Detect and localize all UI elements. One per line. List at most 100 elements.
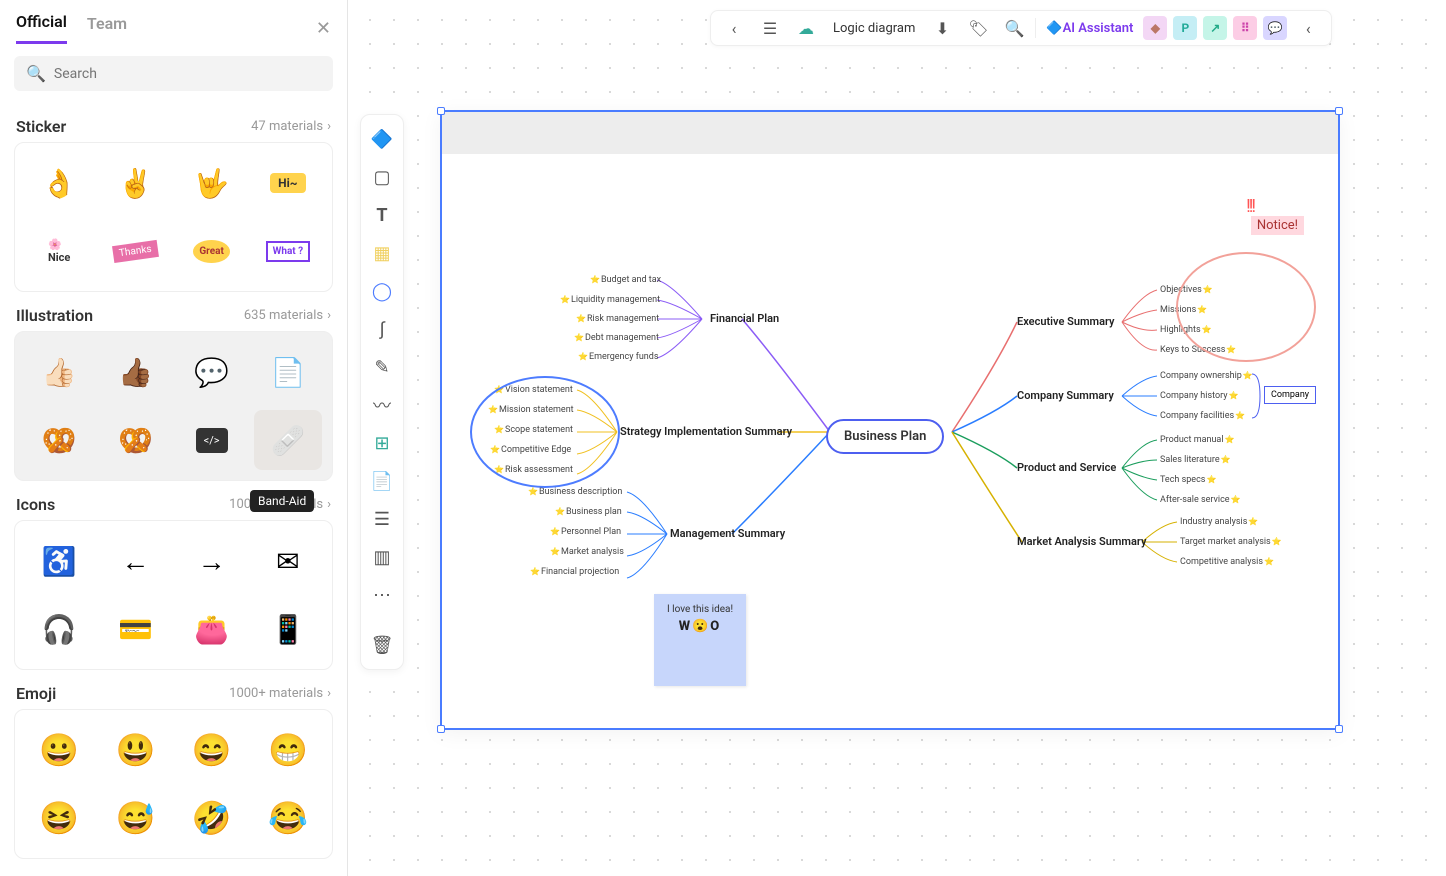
back-button[interactable]: ‹ (719, 13, 749, 43)
sticky-note[interactable]: I love this idea! W😮O (654, 594, 746, 686)
notice-label[interactable]: Notice! (1251, 216, 1304, 235)
tool-p[interactable]: P (1173, 16, 1197, 40)
leaf[interactable]: Financial projection (530, 567, 619, 577)
cloud-sync-icon[interactable]: ☁ (791, 13, 821, 43)
illustration-item[interactable]: 🥨 (101, 410, 169, 470)
emoji-item[interactable]: 😀 (25, 720, 93, 780)
leaf[interactable]: Product manual (1160, 435, 1234, 445)
leaf[interactable]: Risk management (576, 314, 659, 324)
close-icon[interactable]: ✕ (316, 18, 331, 39)
branch-strategy[interactable]: Strategy Implementation Summary (620, 425, 792, 438)
tool-table-icon[interactable]: ⊞ (364, 425, 400, 461)
tab-team[interactable]: Team (87, 14, 127, 43)
document-title[interactable]: Logic diagram (827, 13, 921, 43)
section-emoji-count[interactable]: 1000+ materials › (229, 686, 331, 701)
ai-assistant-button[interactable]: 🔷 AI Assistant (1042, 13, 1137, 43)
leaf[interactable]: Competitive analysis (1180, 557, 1274, 567)
leaf[interactable]: Mission statement (488, 405, 574, 415)
emoji-item[interactable]: 😅 (101, 788, 169, 848)
branch-company[interactable]: Company Summary (1017, 389, 1114, 402)
tool-trash-icon[interactable]: 🗑 (364, 627, 400, 663)
leaf[interactable]: Objectives (1160, 285, 1213, 295)
tag-icon[interactable]: 🏷 (963, 13, 993, 43)
leaf[interactable]: Competitive Edge (490, 445, 571, 455)
menu-icon[interactable]: ☰ (755, 13, 785, 43)
diagram-canvas[interactable]: Business Plan Financial Plan Strategy Im… (440, 110, 1340, 730)
leaf[interactable]: After-sale service (1160, 495, 1241, 505)
leaf[interactable]: Business description (528, 487, 622, 497)
leaf[interactable]: Vision statement (494, 385, 573, 395)
icon-wallet[interactable]: 👛 (178, 599, 246, 659)
tool-note-icon[interactable]: ▦ (364, 235, 400, 271)
illustration-item-bandaid[interactable]: 🩹 (254, 410, 322, 470)
illustration-item[interactable]: </> (178, 410, 246, 470)
tool-shape-pink[interactable]: ◆ (1143, 16, 1167, 40)
section-illustration-count[interactable]: 635 materials › (244, 308, 331, 323)
tool-theme-icon[interactable]: 🔷 (364, 121, 400, 157)
sticker-item[interactable]: 👌 (25, 153, 93, 213)
leaf[interactable]: Personnel Plan (550, 527, 621, 537)
illustration-item[interactable]: 👍🏻 (25, 342, 93, 402)
canvas-titlebar[interactable] (442, 112, 1338, 154)
branch-executive[interactable]: Executive Summary (1017, 315, 1115, 328)
download-icon[interactable]: ⬇ (927, 13, 957, 43)
tool-text-icon[interactable]: T (364, 197, 400, 233)
canvas-area[interactable]: ‹ ☰ ☁ Logic diagram ⬇ 🏷 🔍 🔷 AI Assistant… (350, 0, 1446, 876)
tool-frame-icon[interactable]: ▢ (364, 159, 400, 195)
leaf[interactable]: Company history (1160, 391, 1238, 401)
leaf[interactable]: Tech specs (1160, 475, 1216, 485)
leaf[interactable]: Scope statement (494, 425, 573, 435)
tool-arrow[interactable]: ↗ (1203, 16, 1227, 40)
emoji-item[interactable]: 😁 (254, 720, 322, 780)
leaf[interactable]: Missions (1160, 305, 1207, 315)
search-box[interactable]: 🔍 (14, 56, 333, 91)
panel-scroll[interactable]: Sticker 47 materials › 👌 ✌️ 🤟 Hi~ 🌸Nice … (0, 103, 347, 876)
icon-arrow-right[interactable]: → (178, 531, 246, 591)
illustration-item[interactable]: 💬 (178, 342, 246, 402)
leaf[interactable]: Company facilities (1160, 411, 1245, 421)
branch-market[interactable]: Market Analysis Summary (1017, 535, 1146, 548)
leaf[interactable]: Sales literature (1160, 455, 1231, 465)
section-sticker-count[interactable]: 47 materials › (251, 119, 331, 134)
emoji-item[interactable]: 😂 (254, 788, 322, 848)
resize-handle[interactable] (437, 107, 445, 115)
tool-doc-icon[interactable]: 📄 (364, 463, 400, 499)
leaf[interactable]: Business plan (555, 507, 622, 517)
tool-dots[interactable]: ⠿ (1233, 16, 1257, 40)
collapse-icon[interactable]: ‹ (1293, 13, 1323, 43)
tool-more-icon[interactable]: ⋯ (364, 577, 400, 613)
leaf[interactable]: Target market analysis (1180, 537, 1282, 547)
sticker-item[interactable]: What ? (254, 221, 322, 281)
illustration-item[interactable]: 👍🏾 (101, 342, 169, 402)
tool-shape-icon[interactable]: ◯ (364, 273, 400, 309)
search-input[interactable] (54, 66, 321, 82)
icon-arrow-left[interactable]: ← (101, 531, 169, 591)
icon-accessibility[interactable]: ♿ (25, 531, 93, 591)
sticker-item[interactable]: 🌸Nice (25, 221, 93, 281)
leaf[interactable]: Debt management (574, 333, 659, 343)
leaf[interactable]: Highlights (1160, 325, 1212, 335)
tool-connector-icon[interactable]: ∫ (364, 311, 400, 347)
mindmap-center[interactable]: Business Plan (826, 419, 944, 454)
sticker-item[interactable]: Hi~ (254, 153, 322, 213)
leaf[interactable]: Industry analysis (1180, 517, 1258, 527)
icon-headset[interactable]: 🎧 (25, 599, 93, 659)
sticker-item[interactable]: Thanks (101, 221, 169, 281)
search-icon[interactable]: 🔍 (999, 13, 1029, 43)
leaf[interactable]: Risk assessment (494, 465, 573, 475)
emoji-item[interactable]: 😄 (178, 720, 246, 780)
emoji-item[interactable]: 😆 (25, 788, 93, 848)
tool-chat[interactable]: 💬 (1263, 16, 1287, 40)
icon-card-error[interactable]: 💳 (101, 599, 169, 659)
illustration-item[interactable]: 📄 (254, 342, 322, 402)
resize-handle[interactable] (1335, 107, 1343, 115)
tool-pen-icon[interactable]: ✎ (364, 349, 400, 385)
leaf[interactable]: Liquidity management (560, 295, 660, 305)
tool-list-icon[interactable]: ☰ (364, 501, 400, 537)
leaf[interactable]: Budget and tax (590, 275, 661, 285)
illustration-item[interactable]: 🥨 (25, 410, 93, 470)
sticker-item[interactable]: 🤟 (178, 153, 246, 213)
tool-highlight-icon[interactable]: 〰 (364, 387, 400, 423)
branch-management[interactable]: Management Summary (670, 527, 785, 540)
company-tag[interactable]: Company (1264, 386, 1316, 404)
